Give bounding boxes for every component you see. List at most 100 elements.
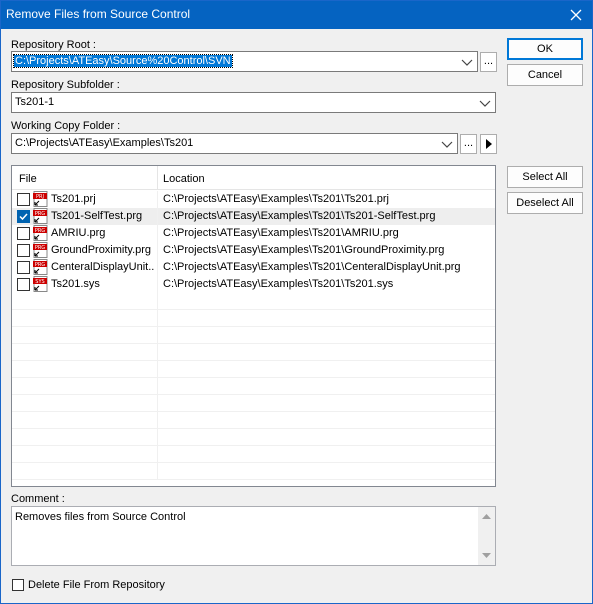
file-name: Ts201.prj (51, 193, 96, 205)
row-checkbox[interactable] (17, 210, 30, 223)
cancel-button[interactable]: Cancel (507, 64, 583, 86)
delete-file-checkbox[interactable] (12, 579, 24, 591)
deselect-all-button[interactable]: Deselect All (507, 192, 583, 214)
column-divider (157, 412, 158, 429)
repository-root-browse-button[interactable]: ... (480, 52, 497, 72)
column-divider (157, 259, 158, 276)
file-location: C:\Projects\ATEasy\Examples\Ts201\Ground… (163, 244, 445, 256)
column-divider (157, 191, 158, 208)
file-list[interactable]: File Location PRJ Ts201.prj C:\Projects\AT… (11, 165, 496, 487)
file-location: C:\Projects\ATEasy\Examples\Ts201\Center… (163, 261, 461, 273)
column-divider (157, 327, 158, 344)
prj-file-icon: PRJ (33, 191, 48, 207)
column-divider (157, 395, 158, 412)
sys-file-icon: SYS (33, 276, 48, 292)
empty-row (12, 378, 495, 395)
play-arrow-icon (485, 139, 492, 149)
column-divider (157, 378, 158, 395)
dialog-window: Remove Files from Source Control Reposit… (0, 0, 593, 604)
column-divider (157, 276, 158, 293)
repository-subfolder-combo[interactable]: Ts201-1 (11, 92, 496, 113)
file-location: C:\Projects\ATEasy\Examples\Ts201\Ts201.… (163, 278, 394, 290)
row-checkbox[interactable] (17, 244, 30, 257)
column-divider[interactable] (157, 166, 158, 190)
svg-text:PRG: PRG (35, 228, 45, 234)
table-row[interactable]: PRG AMRIU.prg C:\Projects\ATEasy\Examples\… (12, 225, 495, 242)
empty-row (12, 412, 495, 429)
column-header-file[interactable]: File (19, 173, 37, 185)
file-name: Ts201-SelfTest.prg (51, 210, 143, 222)
checkmark-icon (19, 213, 28, 221)
chevron-down-icon[interactable] (461, 57, 473, 67)
comment-scrollbar[interactable] (478, 507, 495, 565)
empty-row (12, 310, 495, 327)
svg-text:PRG: PRG (35, 245, 45, 251)
comment-textarea[interactable]: Removes files from Source Control (11, 506, 496, 566)
column-divider (157, 446, 158, 463)
working-copy-folder-label: Working Copy Folder : (11, 120, 121, 132)
working-copy-folder-value: C:\Projects\ATEasy\Examples\Ts201 (15, 137, 194, 149)
empty-row (12, 463, 495, 480)
table-row[interactable]: PRJ Ts201.prj C:\Projects\ATEasy\Examples\… (12, 191, 495, 208)
svg-text:PRG: PRG (35, 211, 45, 217)
chevron-down-icon[interactable] (479, 98, 491, 108)
column-divider (157, 293, 158, 310)
file-location: C:\Projects\ATEasy\Examples\Ts201\Ts201.… (163, 193, 389, 205)
file-list-header: File Location (12, 166, 495, 190)
file-name: GroundProximity.prg (51, 244, 152, 256)
window-title: Remove Files from Source Control (6, 7, 191, 21)
working-copy-browse-button[interactable]: ... (460, 134, 477, 154)
column-divider (157, 463, 158, 480)
prg-file-icon: PRG (33, 225, 48, 241)
scroll-down-icon[interactable] (478, 550, 495, 562)
empty-row (12, 395, 495, 412)
close-icon[interactable] (566, 5, 586, 25)
svg-text:PRG: PRG (35, 262, 45, 268)
repository-subfolder-value: Ts201-1 (15, 96, 55, 108)
column-divider (157, 225, 158, 242)
row-checkbox[interactable] (17, 261, 30, 274)
prg-file-icon: PRG (33, 259, 48, 275)
file-name: CenteralDisplayUnit.... (51, 261, 155, 273)
file-name: Ts201.sys (51, 278, 100, 290)
file-location: C:\Projects\ATEasy\Examples\Ts201\AMRIU.… (163, 227, 399, 239)
chevron-down-icon[interactable] (441, 139, 453, 149)
empty-row (12, 293, 495, 310)
repository-root-combo[interactable]: C:\Projects\ATEasy\Source%20Control\SVN (11, 51, 478, 72)
table-row[interactable]: SYS Ts201.sys C:\Projects\ATEasy\Examples\… (12, 276, 495, 293)
file-name: AMRIU.prg (51, 227, 106, 239)
repository-root-value: C:\Projects\ATEasy\Source%20Control\SVN (13, 54, 233, 68)
repository-root-label: Repository Root : (11, 39, 96, 51)
row-checkbox[interactable] (17, 193, 30, 206)
comment-text: Removes files from Source Control (15, 511, 186, 523)
svg-text:SYS: SYS (35, 279, 44, 285)
comment-label: Comment : (11, 493, 65, 505)
column-divider (157, 344, 158, 361)
scroll-up-icon[interactable] (478, 510, 495, 522)
empty-row (12, 361, 495, 378)
column-divider (157, 310, 158, 327)
delete-file-label[interactable]: Delete File From Repository (28, 579, 165, 591)
column-divider (157, 242, 158, 259)
working-copy-folder-combo[interactable]: C:\Projects\ATEasy\Examples\Ts201 (11, 133, 458, 154)
title-bar: Remove Files from Source Control (1, 1, 592, 29)
prg-file-icon: PRG (33, 208, 48, 224)
working-copy-arrow-button[interactable] (480, 134, 497, 154)
prg-file-icon: PRG (33, 242, 48, 258)
file-location: C:\Projects\ATEasy\Examples\Ts201\Ts201-… (163, 210, 436, 222)
column-divider (157, 361, 158, 378)
repository-subfolder-label: Repository Subfolder : (11, 79, 120, 91)
empty-row (12, 327, 495, 344)
row-checkbox[interactable] (17, 227, 30, 240)
column-header-location[interactable]: Location (163, 173, 205, 185)
table-row[interactable]: PRG GroundProximity.prg C:\Projects\ATEasy… (12, 242, 495, 259)
empty-row (12, 446, 495, 463)
table-row[interactable]: PRG Ts201-SelfTest.prg C:\Projects\ATEasy\… (12, 208, 495, 225)
ok-button[interactable]: OK (507, 38, 583, 60)
select-all-button[interactable]: Select All (507, 166, 583, 188)
row-checkbox[interactable] (17, 278, 30, 291)
svg-text:PRJ: PRJ (36, 194, 44, 200)
empty-row (12, 344, 495, 361)
table-row[interactable]: PRG CenteralDisplayUnit.... C:\Projects\AT… (12, 259, 495, 276)
empty-row (12, 429, 495, 446)
